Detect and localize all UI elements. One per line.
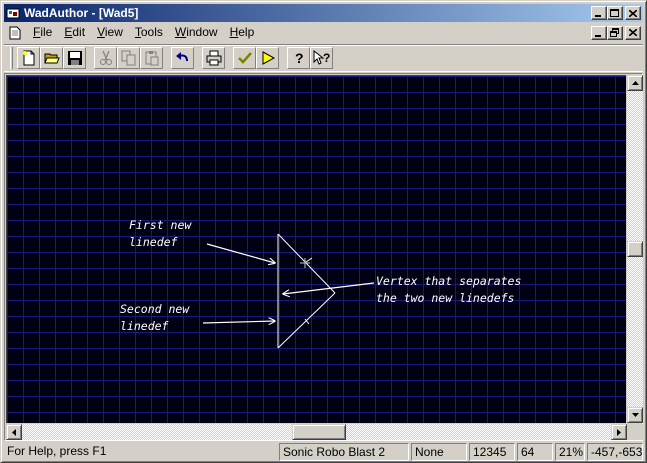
status-grid-size: 64 <box>517 442 553 461</box>
paste-icon <box>145 51 158 66</box>
document-restore-button[interactable] <box>607 25 623 40</box>
annotation-vertex: Vertex that separates the two new linede… <box>376 273 521 307</box>
horizontal-scrollbar[interactable] <box>6 424 627 440</box>
undo-arrow-icon <box>175 52 188 62</box>
annotation-second-linedef: Second new linedef <box>120 301 189 335</box>
menu-window-label: indow <box>186 25 218 39</box>
new-document-icon <box>22 50 34 66</box>
map-drawing <box>202 233 375 349</box>
arrow-up-icon <box>631 81 639 85</box>
minimize-icon <box>595 15 601 17</box>
wadauthor-app-icon[interactable] <box>6 6 20 20</box>
annotation-line: First new <box>129 218 192 232</box>
status-zoom: 21% <box>555 442 585 461</box>
toolbar: ? ? <box>4 44 643 72</box>
annotation-first-linedef: First new linedef <box>129 217 191 251</box>
run-play-icon <box>262 51 275 65</box>
toolbar-grip[interactable] <box>10 47 13 69</box>
scroll-down-button[interactable] <box>627 407 643 423</box>
run-button[interactable] <box>256 47 279 69</box>
arrow-down-icon <box>631 413 639 417</box>
document-icon[interactable] <box>7 25 23 41</box>
about-button[interactable]: ? <box>287 47 310 69</box>
menu-view[interactable]: View <box>91 24 129 41</box>
menu-window-accel: W <box>174 25 187 39</box>
check-icon <box>237 52 252 64</box>
check-button[interactable] <box>233 47 256 69</box>
menu-edit-label: dit <box>72 25 86 39</box>
horizontal-scroll-thumb[interactable] <box>292 424 346 440</box>
status-value: 12345 <box>469 442 515 461</box>
maximize-icon <box>610 8 619 17</box>
scrollbar-corner <box>627 424 643 440</box>
annotation-line: linedef <box>129 235 178 249</box>
menu-help-accel: H <box>229 25 239 39</box>
close-icon <box>629 29 637 36</box>
menu-window[interactable]: Window <box>169 24 224 41</box>
arrow-right-icon <box>617 428 621 436</box>
context-help-button[interactable]: ? <box>310 47 333 69</box>
status-coordinates: -457,-653 <box>587 442 643 461</box>
minimize-button[interactable] <box>591 6 607 20</box>
annotation-arrow <box>283 282 375 294</box>
menu-bar: File Edit View Tools Window Help <box>4 23 643 42</box>
status-bar: For Help, press F1 Sonic Robo Blast 2 No… <box>4 442 643 461</box>
title-bar[interactable]: WadAuthor - [Wad5] <box>4 4 643 22</box>
paste-button[interactable] <box>140 47 163 69</box>
menu-view-accel: V <box>97 25 105 39</box>
save-disk-icon <box>67 51 82 65</box>
maximize-button[interactable] <box>607 6 623 20</box>
menu-view-label: iew <box>104 25 123 39</box>
annotation-line: Second new <box>120 302 190 316</box>
context-help-icon: ? <box>313 50 330 65</box>
cut-scissors-icon <box>99 50 112 65</box>
scroll-up-button[interactable] <box>627 75 643 91</box>
window-title: WadAuthor - [Wad5] <box>24 6 139 20</box>
svg-text:?: ? <box>295 50 304 66</box>
help-icon: ? <box>295 50 304 66</box>
scroll-right-button[interactable] <box>611 424 627 440</box>
status-help-text: For Help, press F1 <box>7 443 107 458</box>
copy-icon <box>121 50 135 66</box>
annotation-arrow <box>202 321 275 323</box>
print-icon <box>206 50 221 66</box>
annotation-line: linedef <box>120 319 169 333</box>
scroll-left-button[interactable] <box>6 424 22 440</box>
app-window: WadAuthor - [Wad5] File Edit View Tools … <box>0 0 647 463</box>
annotation-arrow <box>206 243 275 263</box>
close-button[interactable] <box>625 6 641 20</box>
vertical-scrollbar[interactable] <box>627 75 643 423</box>
copy-button[interactable] <box>117 47 140 69</box>
menu-help[interactable]: Help <box>224 24 261 41</box>
menu-help-label: elp <box>238 25 255 39</box>
print-button[interactable] <box>202 47 225 69</box>
annotation-line: the two new linedefs <box>376 291 515 305</box>
restore-icon <box>610 27 619 37</box>
status-mode: None <box>411 442 467 461</box>
menu-tools-label: ools <box>140 25 163 39</box>
map-view: First new linedef Second new linedef Ver… <box>4 73 643 441</box>
minimize-icon <box>595 34 601 37</box>
status-game: Sonic Robo Blast 2 <box>279 442 409 461</box>
linedef-normal-tick <box>305 257 313 263</box>
menu-tools[interactable]: Tools <box>129 24 169 41</box>
document-close-button[interactable] <box>625 25 641 40</box>
undo-button[interactable] <box>171 47 194 69</box>
cut-button[interactable] <box>94 47 117 69</box>
menu-file[interactable]: File <box>27 24 58 41</box>
save-button[interactable] <box>63 47 86 69</box>
menu-edit[interactable]: Edit <box>58 24 91 41</box>
menu-file-label: ile <box>40 25 53 39</box>
close-icon <box>629 9 637 17</box>
open-button[interactable] <box>40 47 63 69</box>
arrow-left-icon <box>12 428 16 436</box>
document-minimize-button[interactable] <box>591 25 607 40</box>
map-canvas[interactable]: First new linedef Second new linedef Ver… <box>6 75 626 423</box>
new-button[interactable] <box>17 47 40 69</box>
svg-text:?: ? <box>323 51 330 65</box>
annotation-line: Vertex that separates <box>376 274 522 288</box>
open-folder-icon <box>43 53 60 64</box>
vertical-scroll-thumb[interactable] <box>627 241 643 257</box>
